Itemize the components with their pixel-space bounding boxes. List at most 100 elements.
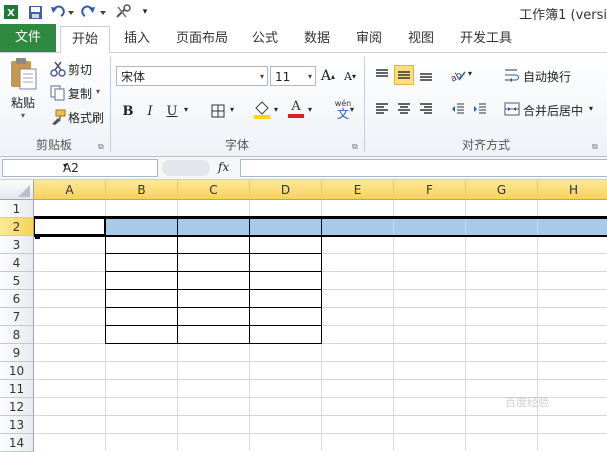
underline-button[interactable]: U — [162, 101, 182, 121]
paste-icon[interactable] — [8, 57, 42, 91]
column-header-c[interactable]: C — [178, 180, 250, 200]
align-middle-icon[interactable] — [394, 65, 414, 85]
undo-icon[interactable] — [48, 3, 76, 21]
borders-dropdown-icon[interactable]: ▾ — [230, 105, 234, 114]
formula-bar: A2 ▾ fx — [0, 157, 607, 180]
format-painter-icon[interactable] — [50, 109, 66, 125]
row-header-1[interactable]: 1 — [0, 200, 34, 218]
row-header-4[interactable]: 4 — [0, 254, 34, 272]
row-header-9[interactable]: 9 — [0, 344, 34, 362]
group-separator — [110, 57, 111, 152]
row-header-7[interactable]: 7 — [0, 308, 34, 326]
row-header-10[interactable]: 10 — [0, 362, 34, 380]
merge-center-dropdown-icon[interactable]: ▾ — [589, 104, 593, 113]
wrap-text-icon[interactable] — [504, 67, 520, 83]
column-header-d[interactable]: D — [250, 180, 322, 200]
row-header-3[interactable]: 3 — [0, 236, 34, 254]
customize-quick-access-icon[interactable]: ▾ — [140, 3, 150, 21]
column-header-h[interactable]: H — [538, 180, 607, 200]
redo-icon[interactable] — [80, 3, 108, 21]
tab-review[interactable]: 审阅 — [350, 28, 388, 50]
chevron-down-icon: ▾ — [63, 161, 68, 170]
table-border — [105, 271, 322, 272]
decrease-indent-icon[interactable] — [448, 99, 468, 119]
formula-input[interactable] — [240, 159, 607, 177]
row-header-12[interactable]: 12 — [0, 398, 34, 416]
row-header-14[interactable]: 14 — [0, 434, 34, 452]
column-header-e[interactable]: E — [322, 180, 394, 200]
align-right-icon[interactable] — [416, 99, 436, 119]
table-border — [105, 343, 322, 344]
phonetic-dropdown-icon[interactable]: ▾ — [350, 105, 354, 114]
tab-home[interactable]: 开始 — [60, 26, 110, 53]
cut-button[interactable]: 剪切 — [68, 61, 92, 78]
row-header-13[interactable]: 13 — [0, 416, 34, 434]
column-header-a[interactable]: A — [34, 180, 106, 200]
bold-button[interactable]: B — [118, 101, 138, 121]
wrap-text-button[interactable]: 自动换行 — [523, 68, 571, 85]
fill-handle[interactable] — [35, 234, 40, 239]
fill-color-icon[interactable] — [252, 99, 272, 119]
worksheet-grid[interactable]: A B C D E F G H 1 2 3 4 5 6 7 8 9 10 11 … — [0, 180, 607, 452]
borders-icon[interactable] — [208, 101, 228, 121]
table-border — [105, 307, 322, 308]
insert-function-button[interactable]: fx — [218, 160, 229, 174]
font-launcher-icon[interactable]: ⧉ — [352, 142, 358, 152]
tab-insert[interactable]: 插入 — [118, 28, 156, 50]
gridline — [34, 433, 607, 434]
align-left-icon[interactable] — [372, 99, 392, 119]
cut-icon[interactable] — [50, 61, 66, 77]
underline-dropdown-icon[interactable]: ▾ — [184, 105, 188, 114]
tab-developer[interactable]: 开发工具 — [454, 28, 518, 50]
row-header-6[interactable]: 6 — [0, 290, 34, 308]
orientation-dropdown-icon[interactable]: ▾ — [468, 69, 472, 78]
active-cell-a2[interactable] — [34, 218, 105, 235]
increase-indent-icon[interactable] — [470, 99, 490, 119]
tab-view[interactable]: 视图 — [402, 28, 440, 50]
clipboard-launcher-icon[interactable]: ⧉ — [98, 142, 104, 152]
tab-data[interactable]: 数据 — [298, 28, 336, 50]
font-color-icon[interactable]: A — [286, 99, 306, 119]
merge-center-icon[interactable] — [504, 101, 520, 117]
italic-button[interactable]: I — [140, 101, 160, 121]
copy-dropdown-icon[interactable]: ▾ — [96, 87, 100, 96]
column-header-b[interactable]: B — [106, 180, 178, 200]
select-all-corner[interactable] — [0, 180, 34, 200]
excel-logo-icon[interactable]: X — [2, 3, 20, 21]
formula-bar-resizer[interactable] — [162, 160, 210, 176]
font-color-dropdown-icon[interactable]: ▾ — [308, 105, 312, 114]
fill-color-dropdown-icon[interactable]: ▾ — [274, 105, 278, 114]
tab-formulas[interactable]: 公式 — [246, 28, 284, 50]
increase-font-size-icon[interactable]: A ▴ — [318, 66, 338, 86]
orientation-icon[interactable]: ab — [448, 65, 468, 85]
chevron-down-icon: ▾ — [259, 72, 264, 81]
copy-button[interactable]: 复制 — [68, 85, 92, 102]
align-center-icon[interactable] — [394, 99, 414, 119]
tab-page-layout[interactable]: 页面布局 — [170, 28, 234, 50]
tab-file[interactable]: 文件 — [0, 24, 56, 52]
align-top-icon[interactable] — [372, 65, 392, 85]
row-header-2[interactable]: 2 — [0, 218, 34, 236]
column-header-f[interactable]: F — [394, 180, 466, 200]
row-header-11[interactable]: 11 — [0, 380, 34, 398]
alignment-launcher-icon[interactable]: ⧉ — [592, 142, 598, 152]
column-header-g[interactable]: G — [466, 180, 538, 200]
tools-icon[interactable] — [112, 3, 136, 21]
merge-center-button[interactable]: 合并后居中 — [523, 102, 583, 119]
save-icon[interactable] — [26, 3, 44, 21]
name-box[interactable]: A2 ▾ — [2, 159, 158, 177]
paste-dropdown-icon[interactable]: ▾ — [21, 111, 25, 120]
table-border — [105, 253, 322, 254]
font-size-value: 11 — [275, 70, 291, 84]
gridline — [34, 415, 607, 416]
clipboard-group-label: 剪贴板 — [35, 138, 72, 152]
paste-button-label[interactable]: 粘贴 — [11, 94, 35, 111]
align-bottom-icon[interactable] — [416, 65, 436, 85]
copy-icon[interactable] — [50, 85, 66, 101]
format-painter-button[interactable]: 格式刷 — [68, 109, 104, 126]
font-name-combo[interactable]: 宋体 ▾ — [116, 66, 268, 86]
row-header-8[interactable]: 8 — [0, 326, 34, 344]
decrease-font-size-icon[interactable]: A ▾ — [340, 66, 360, 86]
row-header-5[interactable]: 5 — [0, 272, 34, 290]
font-size-combo[interactable]: 11 ▾ — [270, 66, 316, 86]
